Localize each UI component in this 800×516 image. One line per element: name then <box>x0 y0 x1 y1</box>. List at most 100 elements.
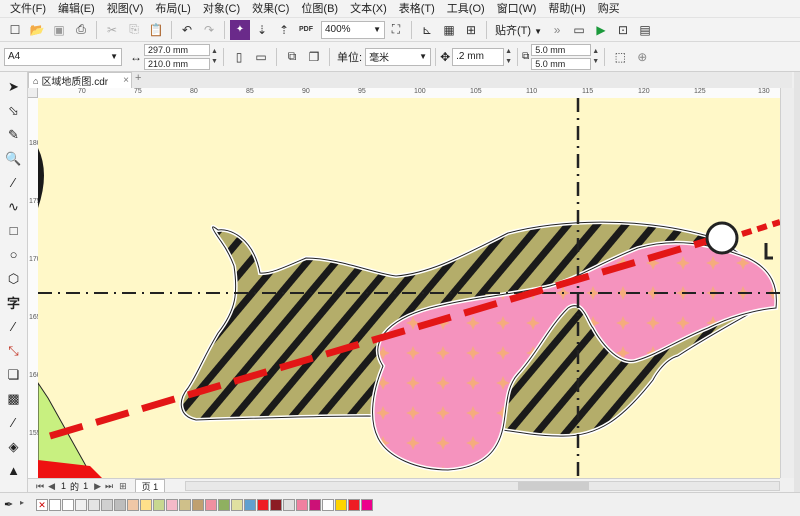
transparency-tool-icon[interactable]: ▩ <box>3 388 25 409</box>
eyedropper-icon[interactable]: ✒ <box>4 498 13 511</box>
paste-icon[interactable]: 📋 <box>146 20 166 40</box>
color-swatch[interactable] <box>62 498 74 511</box>
options-icon[interactable]: ▭ <box>569 20 589 40</box>
last-page-icon[interactable]: ⏭ <box>105 481 113 492</box>
new-document-icon[interactable]: ☐ <box>5 20 25 40</box>
new-tab-icon[interactable]: + <box>135 72 141 84</box>
eyedropper-icon[interactable]: ⁄ <box>3 412 25 433</box>
rectangle-tool-icon[interactable]: □ <box>3 220 25 241</box>
color-swatch[interactable] <box>88 498 100 511</box>
publish-pdf-icon[interactable]: PDF <box>296 20 316 40</box>
menu-view[interactable]: 视图(V) <box>101 0 150 18</box>
paper-size-select[interactable]: A4 ▼ <box>4 47 122 66</box>
color-swatch[interactable] <box>114 498 126 511</box>
search-content-icon[interactable]: ✦ <box>230 19 250 40</box>
welcome-screen-icon[interactable]: ⊡ <box>613 20 633 40</box>
menu-object[interactable]: 对象(C) <box>197 0 246 18</box>
text-tool-icon[interactable]: 字 <box>3 292 25 313</box>
add-page-icon[interactable]: ⊞ <box>119 481 127 492</box>
ellipse-tool-icon[interactable]: ○ <box>3 244 25 265</box>
color-swatch[interactable] <box>49 498 61 511</box>
artistic-media-icon[interactable]: ∿ <box>3 196 25 217</box>
clipped-shape-top-left[interactable] <box>38 148 44 208</box>
node-handle-circle[interactable] <box>705 221 739 255</box>
add-icon[interactable]: ⊕ <box>632 47 652 67</box>
color-swatch[interactable] <box>153 498 165 511</box>
full-screen-icon[interactable]: ⛶ <box>386 20 406 40</box>
show-guidelines-icon[interactable]: ⊞ <box>461 20 481 40</box>
menu-text[interactable]: 文本(X) <box>344 0 393 18</box>
undo-icon[interactable]: ↶ <box>177 20 197 40</box>
page-border-icon[interactable]: ⬚ <box>610 47 630 67</box>
menu-tools[interactable]: 工具(O) <box>441 0 491 18</box>
page-width-input[interactable]: 297.0 mm <box>144 43 210 56</box>
vertical-scrollbar[interactable] <box>780 88 795 478</box>
color-swatch[interactable] <box>192 498 204 511</box>
print-icon[interactable]: ⎙ <box>71 20 91 40</box>
spin-up-icon[interactable]: ▲ <box>210 48 219 56</box>
horizontal-scrollbar[interactable] <box>185 481 780 491</box>
no-color-swatch[interactable]: ✕ <box>36 498 48 511</box>
color-swatch[interactable] <box>179 498 191 511</box>
spin-up-icon[interactable]: ▲ <box>504 48 513 56</box>
toolbar-overflow-icon[interactable]: » <box>547 20 567 40</box>
interactive-fill-icon[interactable]: ◈ <box>3 436 25 457</box>
cut-icon[interactable]: ✂ <box>102 20 122 40</box>
color-swatch[interactable] <box>205 498 217 511</box>
drawing-canvas[interactable] <box>38 98 780 478</box>
color-swatch[interactable] <box>218 498 230 511</box>
open-folder-icon[interactable]: 📂 <box>27 20 47 40</box>
polygon-tool-icon[interactable]: ⬡ <box>3 268 25 289</box>
show-rulers-icon[interactable]: ⊾ <box>417 20 437 40</box>
red-fault-line-end[interactable] <box>741 219 780 237</box>
spin-down-icon[interactable]: ▼ <box>210 58 219 66</box>
spin-down-icon[interactable]: ▼ <box>504 58 513 66</box>
smart-fill-icon[interactable]: ▲ <box>3 460 25 481</box>
current-page-icon[interactable]: ❐ <box>304 47 324 67</box>
color-swatch[interactable] <box>75 498 87 511</box>
all-pages-icon[interactable]: ⧉ <box>282 47 302 67</box>
connector-tool-icon[interactable]: ⤡ <box>3 340 25 361</box>
snap-to-dropdown[interactable]: 贴齐(T) ▼ <box>495 22 542 38</box>
color-swatch[interactable] <box>348 498 360 511</box>
menu-bitmaps[interactable]: 位图(B) <box>295 0 344 18</box>
home-icon[interactable]: ⌂ <box>33 76 38 86</box>
color-swatch[interactable] <box>140 498 152 511</box>
units-select[interactable]: 毫米 ▼ <box>365 47 432 66</box>
ruler-origin[interactable] <box>28 88 38 98</box>
portrait-icon[interactable]: ▯ <box>229 47 249 67</box>
zoom-tool-icon[interactable]: 🔍 <box>3 148 25 169</box>
show-grid-icon[interactable]: ▦ <box>439 20 459 40</box>
scroll-thumb[interactable] <box>518 482 590 490</box>
color-swatch[interactable] <box>283 498 295 511</box>
close-tab-icon[interactable]: × <box>123 75 129 86</box>
menu-help[interactable]: 帮助(H) <box>542 0 591 18</box>
color-swatch[interactable] <box>257 498 269 511</box>
spin-up-icon[interactable]: ▲ <box>591 48 600 56</box>
copy-icon[interactable]: ⎘ <box>124 20 144 40</box>
nudge-distance-input[interactable]: .2 mm <box>452 47 505 66</box>
prev-page-icon[interactable]: ◀ <box>48 481 55 492</box>
menu-file[interactable]: 文件(F) <box>4 0 52 18</box>
spin-down-icon[interactable]: ▼ <box>591 58 600 66</box>
color-swatch[interactable] <box>244 498 256 511</box>
color-swatch[interactable] <box>335 498 347 511</box>
color-swatch[interactable] <box>296 498 308 511</box>
dimension-tool-icon[interactable]: ⁄ <box>3 316 25 337</box>
menu-effects[interactable]: 效果(C) <box>246 0 295 18</box>
color-swatch[interactable] <box>101 498 113 511</box>
crop-tool-icon[interactable]: ✎ <box>3 124 25 145</box>
menu-edit[interactable]: 编辑(E) <box>52 0 101 18</box>
pick-tool-icon[interactable]: ➤ <box>3 76 25 97</box>
landscape-icon[interactable]: ▭ <box>251 47 271 67</box>
zoom-level-input[interactable]: 400% ▼ <box>321 20 385 39</box>
menu-table[interactable]: 表格(T) <box>393 0 441 18</box>
color-swatch[interactable] <box>309 498 321 511</box>
color-swatch[interactable] <box>166 498 178 511</box>
color-swatch[interactable] <box>361 498 373 511</box>
page-height-input[interactable]: 210.0 mm <box>144 57 210 70</box>
shape-tool-icon[interactable]: ⬂ <box>3 100 25 121</box>
redo-icon[interactable]: ↷ <box>199 20 219 40</box>
color-swatch[interactable] <box>127 498 139 511</box>
next-page-icon[interactable]: ▶ <box>94 481 101 492</box>
